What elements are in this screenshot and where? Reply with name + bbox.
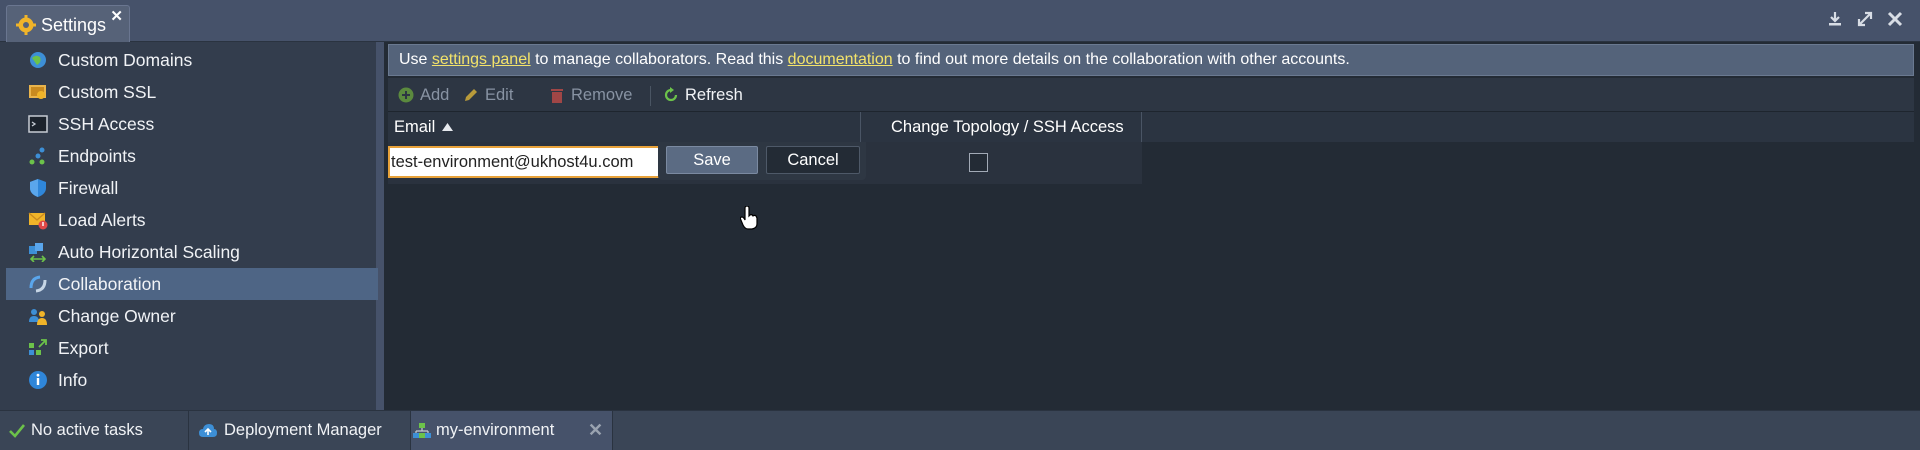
- sidebar-item-label: Collaboration: [58, 274, 162, 294]
- column-email[interactable]: Email: [388, 112, 861, 142]
- trash-icon: [551, 89, 563, 103]
- info-text-pre: Use: [399, 51, 432, 68]
- terminal-icon: [28, 115, 48, 133]
- column-change-topology[interactable]: Change Topology / SSH Access: [861, 112, 1142, 142]
- refresh-icon: [664, 87, 678, 102]
- sidebar-item-label: Custom SSL: [58, 82, 157, 102]
- toolbar-separator: [650, 86, 651, 106]
- sidebar-item-custom-ssl[interactable]: Custom SSL: [6, 76, 378, 108]
- info-icon: [29, 371, 47, 389]
- collaboration-icon: [29, 275, 47, 293]
- environment-tab[interactable]: my-environment ✕: [411, 411, 613, 450]
- column-email-label: Email: [394, 118, 436, 136]
- download-icon[interactable]: [1825, 9, 1845, 29]
- settings-panel-link[interactable]: settings panel: [432, 51, 531, 68]
- settings-tab[interactable]: Settings ✕: [6, 5, 130, 42]
- sidebar-item-label: Endpoints: [58, 146, 136, 166]
- save-button[interactable]: Save: [666, 146, 758, 174]
- info-text-mid: to manage collaborators. Read this: [530, 51, 788, 68]
- cloud-upload-icon: [199, 424, 217, 437]
- tab-title: Settings: [41, 15, 107, 35]
- shield-icon: [30, 179, 46, 197]
- change-owner-icon: [29, 309, 47, 325]
- sidebar-item-label: SSH Access: [58, 114, 155, 134]
- add-icon: [398, 87, 414, 103]
- cancel-button[interactable]: Cancel: [766, 146, 860, 174]
- sidebar-item-label: Export: [58, 338, 109, 358]
- info-banner: Use settings panel to manage collaborato…: [388, 44, 1914, 76]
- sidebar-item-load-alerts[interactable]: Load Alerts: [6, 204, 378, 236]
- certificate-icon: [29, 85, 46, 99]
- status-bar: No active tasks Deployment Manager my-en…: [0, 410, 1920, 450]
- refresh-label: Refresh: [685, 86, 743, 104]
- sidebar-item-export[interactable]: Export: [6, 332, 378, 364]
- edit-label: Edit: [485, 86, 514, 104]
- sidebar-item-label: Auto Horizontal Scaling: [58, 242, 240, 262]
- scaling-icon: [29, 243, 47, 262]
- sidebar-item-label: Custom Domains: [58, 50, 193, 70]
- window-header: Settings ✕: [0, 0, 1920, 42]
- deployment-manager-tab[interactable]: Deployment Manager: [189, 411, 411, 450]
- alert-mail-icon: [28, 212, 48, 230]
- sidebar-item-info[interactable]: Info: [6, 364, 378, 396]
- sidebar-item-collaboration[interactable]: Collaboration: [6, 268, 378, 300]
- deployment-manager-label: Deployment Manager: [224, 421, 382, 439]
- export-icon: [29, 339, 47, 355]
- collaboration-panel: Use settings panel to manage collaborato…: [384, 42, 1920, 410]
- collaborators-toolbar: Add Edit Remove Refresh: [388, 78, 1914, 112]
- globe-icon: [30, 52, 46, 68]
- info-text: Use settings panel to manage collaborato…: [399, 51, 1350, 69]
- sidebar-item-custom-domains[interactable]: Custom Domains: [6, 44, 378, 76]
- settings-sidebar: Custom Domains Custom SSL SSH Access End…: [0, 42, 384, 410]
- expand-icon[interactable]: [1855, 9, 1875, 29]
- tasks-status[interactable]: No active tasks: [0, 411, 189, 450]
- close-environment-tab-icon[interactable]: ✕: [588, 420, 603, 441]
- pencil-icon: [465, 89, 477, 101]
- documentation-link[interactable]: documentation: [788, 51, 893, 68]
- check-icon: [9, 424, 26, 438]
- grid-header: Email Change Topology / SSH Access: [388, 112, 1914, 142]
- tasks-status-label: No active tasks: [31, 421, 143, 439]
- column-change-topology-label: Change Topology / SSH Access: [891, 118, 1124, 136]
- sort-ascending-icon: [442, 123, 453, 131]
- change-topology-checkbox[interactable]: [969, 153, 988, 172]
- sidebar-item-firewall[interactable]: Firewall: [6, 172, 378, 204]
- sidebar-item-label: Load Alerts: [58, 210, 146, 230]
- sidebar-item-endpoints[interactable]: Endpoints: [6, 140, 378, 172]
- row-editor-actions: Save Cancel: [658, 142, 866, 180]
- sidebar-item-change-owner[interactable]: Change Owner: [6, 300, 378, 332]
- sidebar-item-label: Change Owner: [58, 306, 176, 326]
- environment-label: my-environment: [436, 421, 555, 439]
- close-window-icon[interactable]: [1885, 9, 1905, 29]
- sidebar-item-label: Firewall: [58, 178, 119, 198]
- environment-topology-icon: [413, 423, 431, 438]
- sidebar-item-label: Info: [58, 370, 88, 390]
- add-label: Add: [420, 86, 450, 104]
- hand-cursor-icon: [740, 206, 758, 230]
- endpoints-icon: [29, 147, 45, 165]
- remove-label: Remove: [571, 86, 633, 104]
- info-text-post: to find out more details on the collabor…: [892, 51, 1350, 68]
- sidebar-item-ssh-access[interactable]: SSH Access: [6, 108, 378, 140]
- sidebar-item-auto-horizontal-scaling[interactable]: Auto Horizontal Scaling: [6, 236, 378, 268]
- gear-icon: [16, 15, 36, 35]
- close-tab-icon[interactable]: ✕: [110, 7, 123, 25]
